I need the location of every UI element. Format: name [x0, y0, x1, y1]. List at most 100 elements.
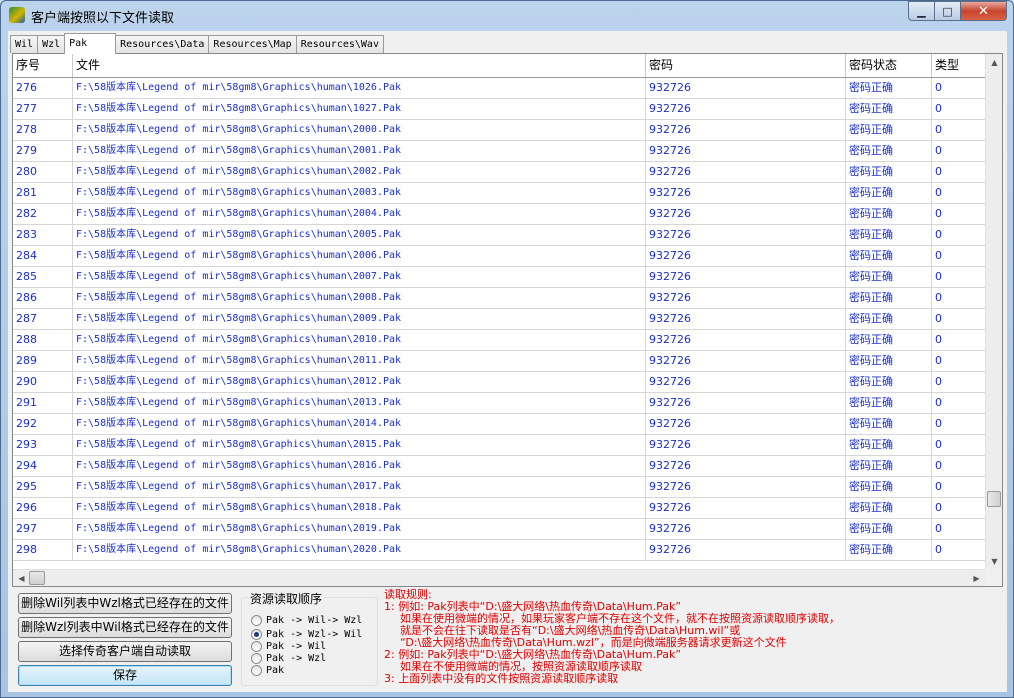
- radio-option-pak-wil[interactable]: Pak -> Wil: [251, 640, 326, 652]
- radio-button[interactable]: [251, 614, 262, 626]
- minimize-icon: ▁: [917, 4, 926, 18]
- row-index-cell: 298: [13, 540, 73, 560]
- table-row[interactable]: 291 F:\58版本库\Legend of mir\58gm8\Graphics…: [13, 393, 987, 414]
- horizontal-scrollbar[interactable]: ◀ ▶: [13, 569, 985, 586]
- radio-button-selected[interactable]: [251, 628, 262, 640]
- grid-rows: 276 F:\58版本库\Legend of mir\58gm8\Graphics…: [13, 78, 987, 561]
- table-row[interactable]: 285 F:\58版本库\Legend of mir\58gm8\Graphics…: [13, 267, 987, 288]
- radio-option-pak-wzl[interactable]: Pak -> Wzl: [251, 652, 326, 664]
- row-type-cell: 0: [932, 498, 987, 518]
- row-password-cell: 932726: [646, 99, 846, 119]
- table-row[interactable]: 292 F:\58版本库\Legend of mir\58gm8\Graphics…: [13, 414, 987, 435]
- radio-button[interactable]: [251, 664, 262, 676]
- row-status-cell: 密码正确: [846, 351, 932, 371]
- table-row[interactable]: 278 F:\58版本库\Legend of mir\58gm8\Graphics…: [13, 120, 987, 141]
- delete-wil-duplicates-button[interactable]: 删除Wil列表中Wzl格式已经存在的文件: [18, 593, 232, 614]
- row-index-cell: 293: [13, 435, 73, 455]
- table-row[interactable]: 287 F:\58版本库\Legend of mir\58gm8\Graphics…: [13, 309, 987, 330]
- table-row[interactable]: 284 F:\58版本库\Legend of mir\58gm8\Graphics…: [13, 246, 987, 267]
- column-header-password[interactable]: 密码: [646, 54, 846, 77]
- row-file-cell: F:\58版本库\Legend of mir\58gm8\Graphics\hu…: [73, 99, 646, 119]
- column-header-type[interactable]: 类型: [932, 54, 987, 77]
- row-file-cell: F:\58版本库\Legend of mir\58gm8\Graphics\hu…: [73, 225, 646, 245]
- row-type-cell: 0: [932, 141, 987, 161]
- row-file-cell: F:\58版本库\Legend of mir\58gm8\Graphics\hu…: [73, 267, 646, 287]
- table-row[interactable]: 295 F:\58版本库\Legend of mir\58gm8\Graphics…: [13, 477, 987, 498]
- table-row[interactable]: 293 F:\58版本库\Legend of mir\58gm8\Graphics…: [13, 435, 987, 456]
- table-row[interactable]: 279 F:\58版本库\Legend of mir\58gm8\Graphics…: [13, 141, 987, 162]
- select-client-button[interactable]: 选择传奇客户端自动读取: [18, 641, 232, 662]
- row-status-cell: 密码正确: [846, 414, 932, 434]
- row-type-cell: 0: [932, 435, 987, 455]
- client-area: Wil Wzl Pak Resources\Data Resources\Map…: [8, 31, 1007, 692]
- scroll-right-arrow-icon[interactable]: ▶: [969, 571, 984, 586]
- row-file-cell: F:\58版本库\Legend of mir\58gm8\Graphics\hu…: [73, 120, 646, 140]
- row-status-cell: 密码正确: [846, 393, 932, 413]
- table-row[interactable]: 286 F:\58版本库\Legend of mir\58gm8\Graphics…: [13, 288, 987, 309]
- row-file-cell: F:\58版本库\Legend of mir\58gm8\Graphics\hu…: [73, 246, 646, 266]
- grid-header: 序号 文件 密码 密码状态 类型: [13, 54, 987, 78]
- delete-wzl-duplicates-button[interactable]: 删除Wzl列表中Wil格式已经存在的文件: [18, 617, 232, 638]
- row-type-cell: 0: [932, 99, 987, 119]
- row-index-cell: 289: [13, 351, 73, 371]
- rule-line: 3: 上面列表中没有的文件按照资源读取顺序读取: [384, 672, 619, 685]
- tab-wzl[interactable]: Wzl: [37, 35, 66, 53]
- table-row[interactable]: 280 F:\58版本库\Legend of mir\58gm8\Graphics…: [13, 162, 987, 183]
- table-row[interactable]: 277 F:\58版本库\Legend of mir\58gm8\Graphics…: [13, 99, 987, 120]
- table-row[interactable]: 296 F:\58版本库\Legend of mir\58gm8\Graphics…: [13, 498, 987, 519]
- title-bar[interactable]: 客户端按照以下文件读取 ▁ □ ✕: [1, 1, 1013, 31]
- row-index-cell: 288: [13, 330, 73, 350]
- radio-button[interactable]: [251, 640, 262, 652]
- row-file-cell: F:\58版本库\Legend of mir\58gm8\Graphics\hu…: [73, 435, 646, 455]
- tab-resources-wav[interactable]: Resources\Wav: [295, 35, 384, 53]
- row-type-cell: 0: [932, 309, 987, 329]
- radio-button[interactable]: [251, 652, 262, 664]
- scroll-up-arrow-icon[interactable]: ▲: [987, 55, 1002, 70]
- row-index-cell: 285: [13, 267, 73, 287]
- table-row[interactable]: 298 F:\58版本库\Legend of mir\58gm8\Graphics…: [13, 540, 987, 561]
- radio-option-pak-wil-wzl[interactable]: Pak -> Wil-> Wzl: [251, 614, 362, 626]
- radio-option-pak-wzl-wil[interactable]: Pak -> Wzl-> Wil: [251, 628, 362, 640]
- tab-resources-map[interactable]: Resources\Map: [208, 35, 297, 53]
- tab-wil[interactable]: Wil: [10, 35, 39, 53]
- maximize-button[interactable]: □: [935, 1, 961, 21]
- radio-option-pak[interactable]: Pak: [251, 664, 284, 676]
- row-status-cell: 密码正确: [846, 120, 932, 140]
- row-index-cell: 277: [13, 99, 73, 119]
- table-row[interactable]: 283 F:\58版本库\Legend of mir\58gm8\Graphics…: [13, 225, 987, 246]
- row-index-cell: 295: [13, 477, 73, 497]
- scroll-left-arrow-icon[interactable]: ◀: [14, 571, 29, 586]
- row-file-cell: F:\58版本库\Legend of mir\58gm8\Graphics\hu…: [73, 78, 646, 98]
- row-status-cell: 密码正确: [846, 246, 932, 266]
- caption-buttons: ▁ □ ✕: [908, 1, 1007, 21]
- table-row[interactable]: 276 F:\58版本库\Legend of mir\58gm8\Graphics…: [13, 78, 987, 99]
- row-file-cell: F:\58版本库\Legend of mir\58gm8\Graphics\hu…: [73, 414, 646, 434]
- row-password-cell: 932726: [646, 540, 846, 560]
- table-row[interactable]: 281 F:\58版本库\Legend of mir\58gm8\Graphics…: [13, 183, 987, 204]
- table-row[interactable]: 294 F:\58版本库\Legend of mir\58gm8\Graphics…: [13, 456, 987, 477]
- table-row[interactable]: 288 F:\58版本库\Legend of mir\58gm8\Graphics…: [13, 330, 987, 351]
- row-password-cell: 932726: [646, 414, 846, 434]
- tab-pak[interactable]: Pak: [64, 33, 117, 54]
- save-button[interactable]: 保存: [18, 665, 232, 686]
- table-row[interactable]: 290 F:\58版本库\Legend of mir\58gm8\Graphics…: [13, 372, 987, 393]
- row-status-cell: 密码正确: [846, 519, 932, 539]
- row-index-cell: 276: [13, 78, 73, 98]
- row-file-cell: F:\58版本库\Legend of mir\58gm8\Graphics\hu…: [73, 141, 646, 161]
- column-header-password-status[interactable]: 密码状态: [846, 54, 932, 77]
- file-list-grid[interactable]: 序号 文件 密码 密码状态 类型 276 F:\58版本库\Legend of m…: [12, 53, 1003, 587]
- row-type-cell: 0: [932, 120, 987, 140]
- horizontal-scroll-thumb[interactable]: [29, 571, 45, 585]
- minimize-button[interactable]: ▁: [908, 1, 935, 21]
- scroll-down-arrow-icon[interactable]: ▼: [987, 554, 1002, 569]
- vertical-scrollbar[interactable]: ▲ ▼: [985, 54, 1002, 570]
- column-header-file[interactable]: 文件: [73, 54, 646, 77]
- tab-resources-data[interactable]: Resources\Data: [115, 35, 210, 53]
- vertical-scroll-thumb[interactable]: [987, 491, 1001, 507]
- close-button[interactable]: ✕: [961, 1, 1007, 21]
- table-row[interactable]: 297 F:\58版本库\Legend of mir\58gm8\Graphics…: [13, 519, 987, 540]
- column-header-index[interactable]: 序号: [13, 54, 73, 77]
- table-row[interactable]: 282 F:\58版本库\Legend of mir\58gm8\Graphics…: [13, 204, 987, 225]
- row-index-cell: 297: [13, 519, 73, 539]
- table-row[interactable]: 289 F:\58版本库\Legend of mir\58gm8\Graphics…: [13, 351, 987, 372]
